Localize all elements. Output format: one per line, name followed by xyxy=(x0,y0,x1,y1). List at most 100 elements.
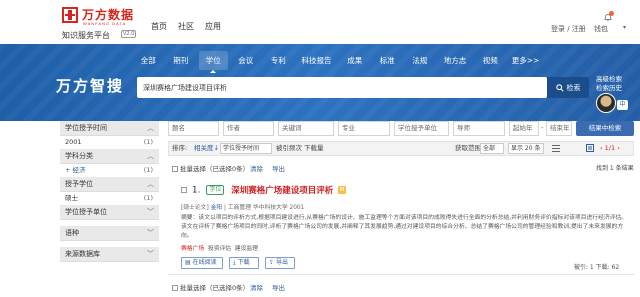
export-link[interactable]: 导出 xyxy=(272,163,285,173)
facet-source-db[interactable]: 来源数据库 ﹀ xyxy=(60,247,159,262)
sort-cited[interactable]: 被引频次 xyxy=(276,143,302,154)
facet-title: 语种 xyxy=(65,229,79,237)
facet-item-count: (1) xyxy=(143,138,153,146)
clear-selection-link[interactable]: 清除 xyxy=(250,163,263,173)
select-all-checkbox[interactable] xyxy=(172,285,178,291)
bottom-clear-link[interactable]: 清除 xyxy=(250,282,263,292)
advanced-search-link[interactable]: 高级检索 xyxy=(596,75,622,84)
wallet-link[interactable]: 钱包 xyxy=(594,24,608,34)
facet-item-label: 2001 xyxy=(65,138,82,146)
chevron-up-icon[interactable]: ︿ xyxy=(147,177,154,192)
wanfang-logo-icon[interactable] xyxy=(62,7,78,23)
result-index: 1. xyxy=(191,185,201,196)
search-input[interactable] xyxy=(137,77,547,98)
result-count: 找到 1 条结果 xyxy=(596,165,634,172)
tab-tech-report[interactable]: 科技报告 xyxy=(297,51,337,70)
nav-apps[interactable]: 应用 xyxy=(205,21,221,32)
keyword-link[interactable]: 建设监理 xyxy=(235,246,258,252)
read-online-button[interactable]: ▤ 在线阅读 xyxy=(181,257,223,269)
per-page-select[interactable]: 显示 20 条 xyxy=(508,143,544,154)
search-button-label: 检索 xyxy=(566,83,581,92)
facet-title: 学位授予时间 xyxy=(65,124,107,132)
author-link[interactable]: 金阳 xyxy=(211,205,223,211)
tab-conference[interactable]: 会议 xyxy=(232,51,261,70)
sort-relevance[interactable]: 相关度↓ xyxy=(194,143,219,154)
pager[interactable]: ‹ 1/1 › xyxy=(600,143,620,154)
chevron-down-icon[interactable]: ▾ xyxy=(623,24,626,31)
result-stats: 被引: 1 下载: 62 xyxy=(574,264,620,271)
bottom-batch-select[interactable]: 批量选择（已选择0条） xyxy=(172,282,249,292)
chevron-up-icon[interactable]: ︿ xyxy=(147,121,154,136)
book-icon: ▤ xyxy=(185,259,191,266)
search-within-results-button[interactable]: 结果中检索 xyxy=(576,121,634,136)
export-button[interactable]: ⇪ 导出 xyxy=(265,257,295,269)
facet-title: 授予学位 xyxy=(65,180,93,188)
filter-title-input[interactable]: 题名 xyxy=(168,121,219,136)
result-keywords: 赛格广场 投资评估 建设监理 xyxy=(181,243,258,252)
tab-achievement[interactable]: 成果 xyxy=(341,51,370,70)
search-history-link[interactable]: 检索历史 xyxy=(596,84,622,93)
brand-title: 万方智搜 xyxy=(56,77,125,95)
filter-supervisor-input[interactable]: 导师 xyxy=(453,121,505,136)
tab-video[interactable]: 视频 xyxy=(476,51,505,70)
tab-patent[interactable]: 专利 xyxy=(264,51,293,70)
facet-item[interactable]: 硕士 (1) xyxy=(60,192,159,205)
filter-start-year-input[interactable]: 起始年 xyxy=(509,121,539,136)
filter-keyword-input[interactable]: 关键词 xyxy=(278,121,334,136)
tab-all[interactable]: 全部 xyxy=(134,51,163,70)
version-tag: V2.0 xyxy=(121,30,137,38)
degree-type-badge: 学位 xyxy=(206,185,225,195)
divider xyxy=(168,274,634,275)
detail-view-icon[interactable] xyxy=(586,144,594,152)
tab-local-chronicle[interactable]: 地方志 xyxy=(438,51,472,70)
chevron-up-icon[interactable]: ︿ xyxy=(147,149,154,164)
tab-journal[interactable]: 期刊 xyxy=(167,51,196,70)
keyword-link[interactable]: 赛格广场 xyxy=(181,246,204,252)
facet-item[interactable]: 2001 (1) xyxy=(60,136,159,149)
filter-author-input[interactable]: 作者 xyxy=(223,121,274,136)
nav-community[interactable]: 社区 xyxy=(178,21,194,32)
chevron-down-icon[interactable]: ﹀ xyxy=(147,226,154,241)
avatar[interactable] xyxy=(596,93,616,113)
facet-degree-year[interactable]: 学位授予时间 ︿ xyxy=(60,121,159,136)
download-icon: ⤓ xyxy=(233,259,236,266)
nav-home[interactable]: 首页 xyxy=(151,21,167,32)
list-view-icon[interactable] xyxy=(552,144,560,152)
bottom-export-link[interactable]: 导出 xyxy=(272,282,285,292)
facet-title: 学位授予单位 xyxy=(65,208,107,216)
filter-end-year-input[interactable]: 结束年 xyxy=(546,121,572,136)
select-all-checkbox[interactable] xyxy=(172,166,178,172)
facet-degree[interactable]: 授予学位 ︿ xyxy=(60,177,159,192)
filter-major-input[interactable]: 专业 xyxy=(338,121,390,136)
facet-subject[interactable]: 学科分类 ︿ xyxy=(60,149,159,164)
fulltext-range-select[interactable]: 全部 xyxy=(480,143,504,154)
logo-subtext: WANFANG DATA xyxy=(83,21,127,26)
chevron-down-icon[interactable]: ﹀ xyxy=(147,205,154,220)
facet-item[interactable]: + 经济 (1) xyxy=(60,164,159,177)
tab-degree[interactable]: 学位 xyxy=(199,51,228,73)
login-register-link[interactable]: 登录 / 注册 xyxy=(551,24,586,34)
batch-select[interactable]: 批量选择（已选择0条） xyxy=(172,163,249,173)
result-checkbox[interactable] xyxy=(181,187,187,193)
search-button[interactable]: 检索 xyxy=(547,77,589,98)
tab-more[interactable]: 更多>> xyxy=(509,51,543,70)
result-title-link[interactable]: 深圳赛格广场建设项目评析 xyxy=(231,186,333,196)
facet-language[interactable]: 语种 ﹀ xyxy=(60,226,159,241)
search-side-links: 高级检索 检索历史 xyxy=(596,75,622,93)
facet-institution[interactable]: 学位授予单位 ﹀ xyxy=(60,205,159,220)
sort-label: 排序: xyxy=(172,144,188,152)
sort-downloads[interactable]: 下载量 xyxy=(304,143,324,154)
download-button[interactable]: ⤓ 下载 xyxy=(229,257,259,269)
export-icon: ⇪ xyxy=(269,259,275,266)
resource-type-tabs: 全部 期刊 学位 会议 专利 科技报告 成果 标准 法规 地方志 视频 更多>> xyxy=(134,51,580,73)
keyword-link[interactable]: 投资评估 xyxy=(208,246,231,252)
tab-law[interactable]: 法规 xyxy=(406,51,435,70)
sort-degree-date[interactable]: 学位授予时间 xyxy=(220,143,272,154)
language-badge[interactable]: 中 xyxy=(617,100,628,110)
filter-institution-input[interactable]: 学位授予单位 xyxy=(394,121,449,136)
tab-standard[interactable]: 标准 xyxy=(373,51,402,70)
search-icon xyxy=(555,83,564,92)
chevron-down-icon[interactable]: ﹀ xyxy=(147,247,154,262)
platform-name: 知识服务平台 xyxy=(62,31,110,40)
school-link[interactable]: 华中科技大学 xyxy=(253,205,288,211)
